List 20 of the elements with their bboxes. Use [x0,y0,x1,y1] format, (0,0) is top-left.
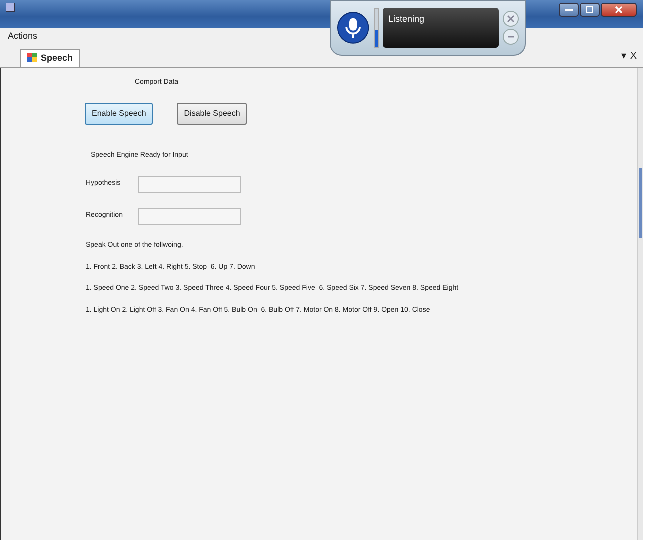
tab-control[interactable]: X [630,49,637,64]
window-icon [27,53,38,64]
minimize-icon [565,8,573,12]
restore-icon [586,6,594,14]
app-icon [6,3,15,12]
menu-item[interactable]: Actions [8,30,38,44]
level-meter [374,8,380,48]
minimize-button[interactable] [559,3,579,17]
input-field[interactable] [138,208,241,225]
close-button[interactable] [601,3,637,17]
speech-button[interactable]: Enable Speech [85,102,154,124]
close-icon [615,6,623,14]
tab-control[interactable]: ▾ [621,49,626,64]
scrollbar[interactable] [637,68,643,540]
listening-status: Listening [388,14,424,24]
tab[interactable]: Speech [20,48,80,67]
speech-button[interactable]: Disable Speech [177,102,248,124]
microphone-icon[interactable] [337,11,370,45]
restore-button[interactable] [580,3,600,17]
input-field[interactable] [138,176,241,193]
